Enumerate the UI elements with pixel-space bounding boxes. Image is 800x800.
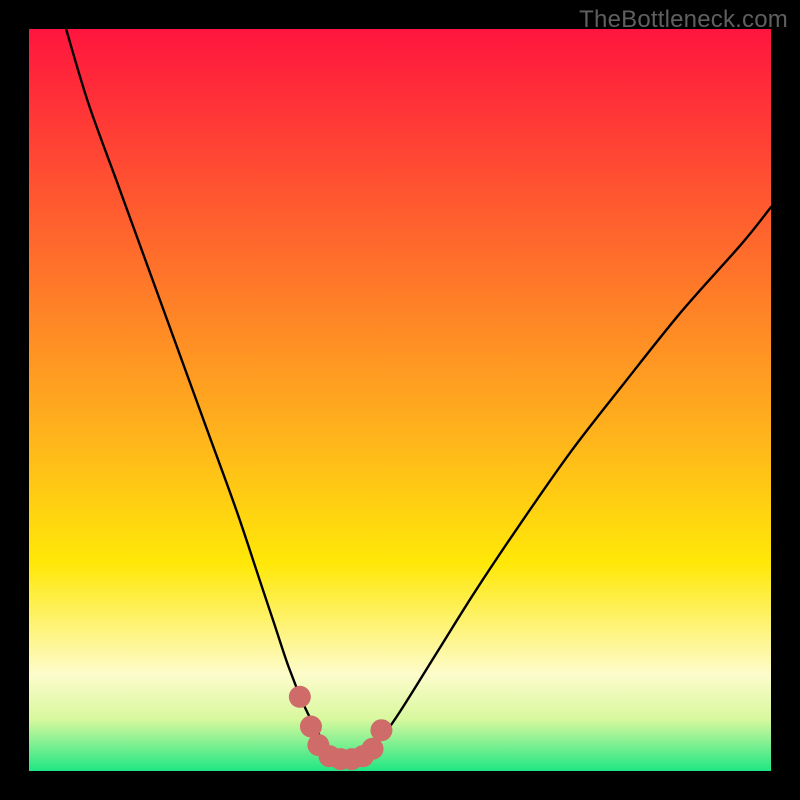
plot-area bbox=[29, 29, 771, 771]
valley-marker bbox=[370, 719, 392, 741]
outer-frame: TheBottleneck.com bbox=[0, 0, 800, 800]
chart-svg bbox=[29, 29, 771, 771]
watermark-text: TheBottleneck.com bbox=[579, 6, 788, 34]
valley-marker bbox=[289, 686, 311, 708]
gradient-background bbox=[29, 29, 771, 771]
